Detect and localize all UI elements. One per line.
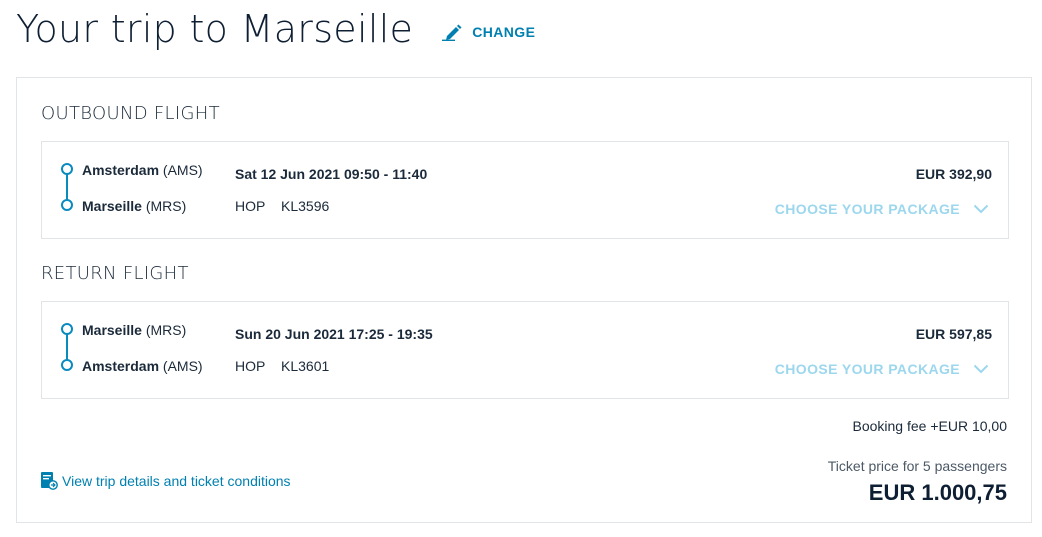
flight-date-time: Sat 12 Jun 2021 09:50 - 11:40	[235, 166, 428, 182]
choose-package-label: CHOOSE YOUR PACKAGE	[774, 201, 960, 217]
route-timeline	[61, 163, 73, 211]
origin-airport-code: (MRS)	[145, 322, 187, 338]
view-trip-details-link[interactable]: View trip details and ticket conditions	[41, 472, 291, 490]
flight-date-time: Sun 20 Jun 2021 17:25 - 19:35	[235, 326, 433, 342]
page-title: Your trip to Marseille	[16, 7, 414, 51]
choose-package-label: CHOOSE YOUR PACKAGE	[774, 361, 960, 377]
destination-dot	[61, 199, 73, 211]
ticket-total-price: EUR 1.000,75	[868, 480, 1007, 505]
change-label: CHANGE	[472, 24, 536, 40]
chevron-down-icon	[973, 364, 989, 374]
flight-price: EUR 597,85	[915, 326, 992, 342]
destination-city-name: Amsterdam	[82, 358, 160, 374]
choose-package-button[interactable]: CHOOSE YOUR PACKAGE	[775, 361, 989, 377]
origin-city-name: Amsterdam	[82, 162, 160, 178]
origin-city-name: Marseille	[82, 322, 142, 338]
change-trip-button[interactable]: CHANGE	[441, 23, 535, 41]
origin-city: Marseille (MRS)	[82, 322, 186, 338]
outbound-flight-box: Amsterdam (AMS) Marseille (MRS) Sat 12 J…	[41, 141, 1009, 239]
outbound-section-title: OUTBOUND FLIGHT	[41, 103, 220, 124]
choose-package-button[interactable]: CHOOSE YOUR PACKAGE	[775, 201, 989, 217]
flight-price: EUR 392,90	[915, 166, 992, 182]
view-trip-details-label: View trip details and ticket conditions	[62, 473, 291, 489]
return-flight-box: Marseille (MRS) Amsterdam (AMS) Sun 20 J…	[41, 301, 1009, 399]
carrier-name: HOP	[235, 358, 266, 374]
ticket-conditions-icon	[41, 472, 58, 490]
carrier-name: HOP	[235, 198, 266, 214]
origin-city: Amsterdam (AMS)	[82, 162, 203, 178]
return-section-title: RETURN FLIGHT	[41, 263, 189, 284]
page-header: Your trip to Marseille CHANGE	[16, 4, 535, 54]
route-line	[66, 334, 68, 360]
trip-summary-card: OUTBOUND FLIGHT Amsterdam (AMS) Marseill…	[16, 77, 1032, 523]
destination-city-name: Marseille	[82, 198, 142, 214]
ticket-price-label: Ticket price for 5 passengers	[827, 458, 1007, 474]
destination-dot	[61, 359, 73, 371]
destination-airport-code: (AMS)	[162, 358, 203, 374]
flight-number: KL3596	[281, 198, 330, 214]
destination-city: Marseille (MRS)	[82, 198, 186, 214]
origin-airport-code: (AMS)	[162, 162, 203, 178]
destination-airport-code: (MRS)	[145, 198, 187, 214]
booking-fee: Booking fee +EUR 10,00	[852, 418, 1008, 434]
route-timeline	[61, 323, 73, 371]
route-line	[66, 174, 68, 200]
destination-city: Amsterdam (AMS)	[82, 358, 203, 374]
flight-number: KL3601	[281, 358, 330, 374]
chevron-down-icon	[973, 204, 989, 214]
pencil-icon	[442, 24, 462, 41]
